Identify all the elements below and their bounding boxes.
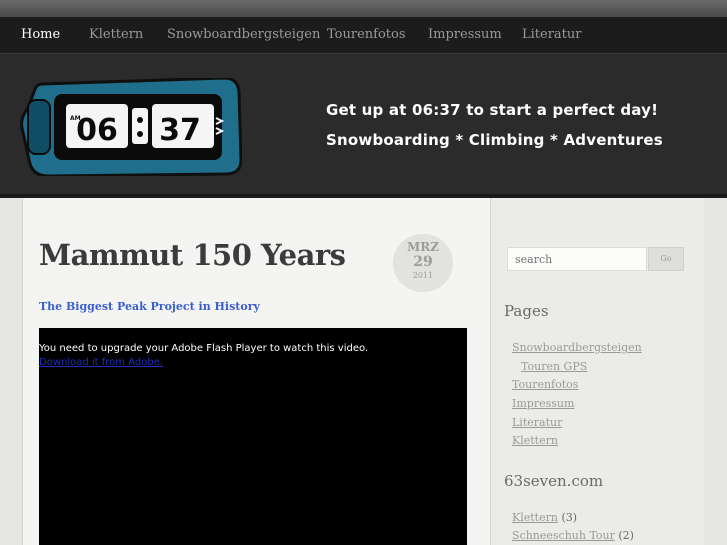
date-year: 2011 <box>412 271 434 280</box>
sidebar: Go Pages Snowboardbergsteigen Touren GPS… <box>491 198 704 545</box>
page-body: Mammut 150 Years MRZ 29 2011 The Biggest… <box>0 198 727 545</box>
search-input[interactable] <box>507 247 647 271</box>
go-button[interactable]: Go <box>648 247 684 271</box>
main-nav: Home Klettern Snowboardbergsteigen Toure… <box>0 17 727 54</box>
clock-minutes: 37 <box>159 113 201 148</box>
sidebar-link-klettern[interactable]: Klettern <box>512 434 558 447</box>
date-day: 29 <box>413 254 433 270</box>
nav-item-snowboardbergsteigen[interactable]: Snowboardbergsteigen <box>167 17 320 54</box>
clock-hours: 06 <box>76 113 118 148</box>
post-title[interactable]: Mammut 150 Years <box>39 238 346 272</box>
category-link-klettern[interactable]: Klettern <box>512 511 558 524</box>
tagline-secondary: Snowboarding * Climbing * Adventures <box>326 131 663 149</box>
nav-item-klettern[interactable]: Klettern <box>89 17 143 54</box>
category-item: Schneeschuh Tour (2) <box>512 529 634 542</box>
adobe-download-link[interactable]: Download it from Adobe. <box>39 357 163 368</box>
post-content: Mammut 150 Years MRZ 29 2011 The Biggest… <box>22 198 491 545</box>
category-link-schneeschuh-tour[interactable]: Schneeschuh Tour <box>512 529 615 542</box>
site-header: AM 06 37 Get up at 06:37 to start a perf… <box>0 54 727 198</box>
post-subtitle-link[interactable]: The Biggest Peak Project in History <box>39 300 260 313</box>
sidebar-link-tourenfotos[interactable]: Tourenfotos <box>512 378 578 391</box>
pages-heading: Pages <box>504 302 549 320</box>
nav-item-literatur[interactable]: Literatur <box>522 17 581 54</box>
date-month: MRZ <box>406 240 439 254</box>
tagline-primary: Get up at 06:37 to start a perfect day! <box>326 101 659 119</box>
nav-item-home[interactable]: Home <box>21 17 60 54</box>
flash-upgrade-message: You need to upgrade your Adobe Flash Pla… <box>39 343 369 354</box>
category-count: (3) <box>561 511 578 524</box>
browser-top-strip <box>0 0 727 17</box>
sidebar-link-snowboardbergsteigen[interactable]: Snowboardbergsteigen <box>512 341 642 354</box>
clock-logo[interactable]: AM 06 37 <box>20 78 242 176</box>
sidebar-link-literatur[interactable]: Literatur <box>512 416 562 429</box>
sidebar-link-touren-gps[interactable]: Touren GPS <box>521 360 587 373</box>
video-player[interactable]: You need to upgrade your Adobe Flash Pla… <box>39 328 467 545</box>
category-item: Klettern (3) <box>512 511 577 524</box>
sidebar-link-impressum[interactable]: Impressum <box>512 397 574 410</box>
category-count: (2) <box>618 529 634 542</box>
post-date-badge: MRZ 29 2011 <box>393 234 453 292</box>
nav-item-tourenfotos[interactable]: Tourenfotos <box>327 17 406 54</box>
nav-item-impressum[interactable]: Impressum <box>428 17 502 54</box>
blog-heading: 63seven.com <box>504 472 604 490</box>
